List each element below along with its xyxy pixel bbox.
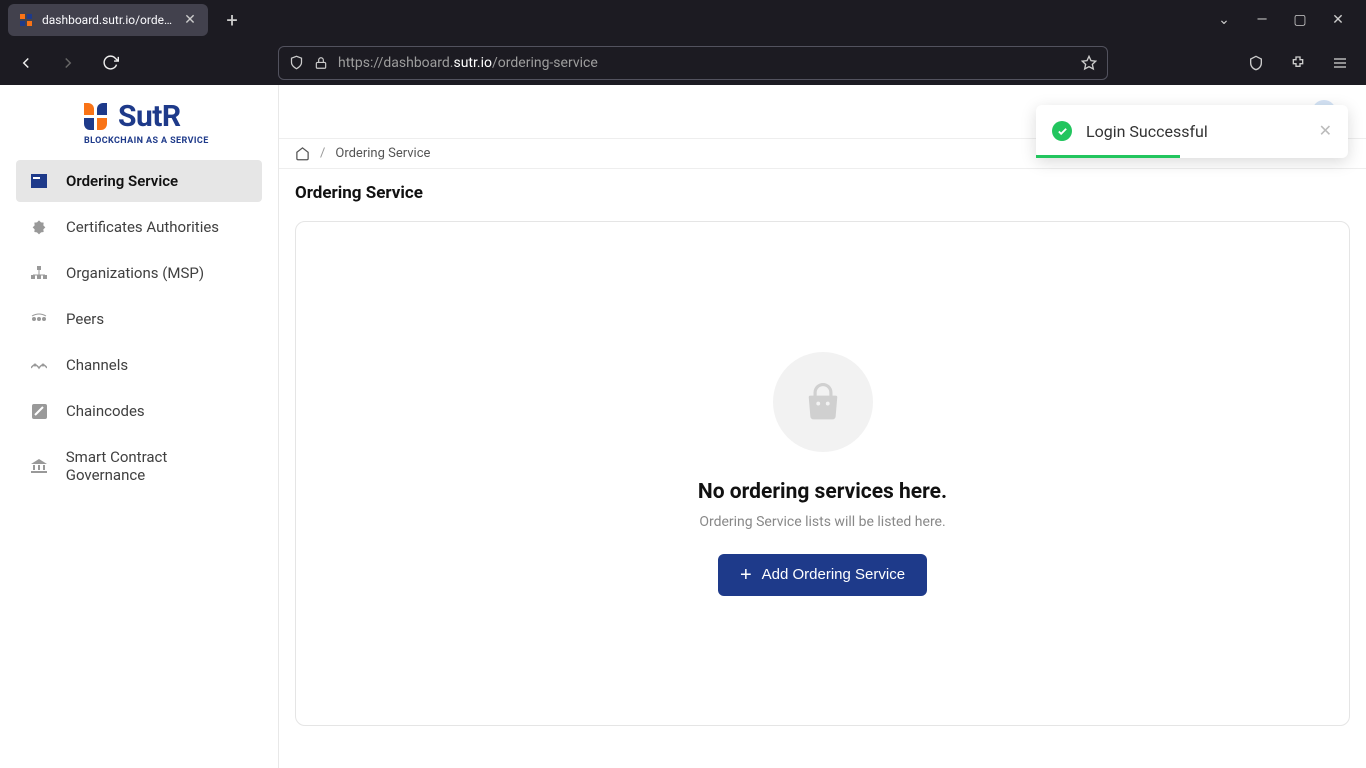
sidebar-item-label: Chaincodes: [66, 402, 145, 420]
browser-chrome: dashboard.sutr.io/orderin ✕ + ⌄ — ▢ ✕: [0, 0, 1366, 85]
sidebar-item-label: Smart Contract Governance: [66, 448, 248, 484]
shield-icon: [289, 55, 304, 70]
lock-icon: [314, 56, 328, 70]
sidebar-item-organizations[interactable]: Organizations (MSP): [16, 252, 262, 294]
pocket-icon[interactable]: [1242, 49, 1270, 77]
sidebar-item-label: Organizations (MSP): [66, 264, 204, 282]
reload-button[interactable]: [96, 49, 124, 77]
content: Ordering Service No ordering services he…: [279, 169, 1366, 740]
org-icon: [30, 266, 48, 280]
window-controls: ⌄ — ▢ ✕: [1214, 12, 1358, 28]
address-bar[interactable]: https://dashboard.sutr.io/ordering-servi…: [278, 46, 1108, 80]
plus-icon: +: [740, 565, 752, 585]
page-title: Ordering Service: [295, 183, 1350, 203]
empty-bag-icon: [773, 352, 873, 452]
sidebar-item-certificates[interactable]: Certificates Authorities: [16, 206, 262, 248]
sidebar-item-chaincodes[interactable]: Chaincodes: [16, 390, 262, 432]
minimize-icon[interactable]: —: [1252, 12, 1272, 28]
tab-title: dashboard.sutr.io/orderin: [42, 13, 174, 27]
add-ordering-service-button[interactable]: + Add Ordering Service: [718, 554, 927, 596]
empty-state-card: No ordering services here. Ordering Serv…: [295, 221, 1350, 726]
empty-state-title: No ordering services here.: [698, 480, 947, 504]
peers-icon: [30, 313, 48, 325]
sidebar-item-governance[interactable]: Smart Contract Governance: [16, 436, 262, 496]
new-tab-button[interactable]: +: [218, 6, 246, 34]
sidebar-item-channels[interactable]: Channels: [16, 344, 262, 386]
brand-name: SutR: [118, 99, 181, 134]
page: SutR BLOCKCHAIN AS A SERVICE Ordering Se…: [0, 85, 1366, 768]
sidebar-item-peers[interactable]: Peers: [16, 298, 262, 340]
forward-button[interactable]: [54, 49, 82, 77]
logo-mark-icon: [84, 103, 108, 131]
tab-close-icon[interactable]: ✕: [182, 12, 198, 28]
sidebar: SutR BLOCKCHAIN AS A SERVICE Ordering Se…: [0, 85, 279, 768]
extensions-icon[interactable]: [1284, 49, 1312, 77]
sidebar-item-label: Peers: [66, 310, 104, 328]
nav-bar: https://dashboard.sutr.io/ordering-servi…: [0, 40, 1366, 85]
url-text: https://dashboard.sutr.io/ordering-servi…: [338, 55, 1071, 71]
maximize-icon[interactable]: ▢: [1290, 12, 1310, 28]
toast-notification: Login Successful ✕: [1036, 105, 1348, 158]
breadcrumb-separator: /: [320, 146, 325, 161]
sidebar-item-label: Certificates Authorities: [66, 218, 219, 236]
governance-icon: [30, 459, 48, 473]
certificate-icon: [30, 219, 48, 235]
sidebar-nav: Ordering Service Certificates Authoritie…: [0, 160, 278, 496]
menu-icon[interactable]: [1326, 49, 1354, 77]
toast-progress: [1036, 155, 1348, 158]
sidebar-item-ordering-service[interactable]: Ordering Service: [16, 160, 262, 202]
brand-logo[interactable]: SutR BLOCKCHAIN AS A SERVICE: [0, 95, 278, 160]
brand-tagline: BLOCKCHAIN AS A SERVICE: [84, 136, 278, 146]
add-button-label: Add Ordering Service: [762, 566, 905, 583]
tab-bar: dashboard.sutr.io/orderin ✕ + ⌄ — ▢ ✕: [0, 0, 1366, 40]
sidebar-item-label: Ordering Service: [66, 172, 178, 190]
toast-message: Login Successful: [1086, 122, 1305, 141]
browser-tab[interactable]: dashboard.sutr.io/orderin ✕: [8, 4, 208, 36]
breadcrumb-current: Ordering Service: [335, 146, 430, 161]
success-check-icon: [1052, 121, 1072, 141]
bookmark-star-icon[interactable]: [1081, 55, 1097, 71]
toast-close-icon[interactable]: ✕: [1319, 121, 1332, 140]
back-button[interactable]: [12, 49, 40, 77]
chevron-down-icon[interactable]: ⌄: [1214, 12, 1234, 28]
channels-icon: [30, 358, 48, 372]
home-icon[interactable]: [295, 146, 310, 161]
ordering-icon: [30, 174, 48, 188]
close-window-icon[interactable]: ✕: [1328, 12, 1348, 28]
empty-state-subtitle: Ordering Service lists will be listed he…: [699, 514, 945, 530]
main-area: / Ordering Service Ordering Service No o…: [279, 85, 1366, 768]
sidebar-item-label: Channels: [66, 356, 128, 374]
tab-favicon-icon: [18, 12, 34, 28]
chaincode-icon: [30, 404, 48, 419]
